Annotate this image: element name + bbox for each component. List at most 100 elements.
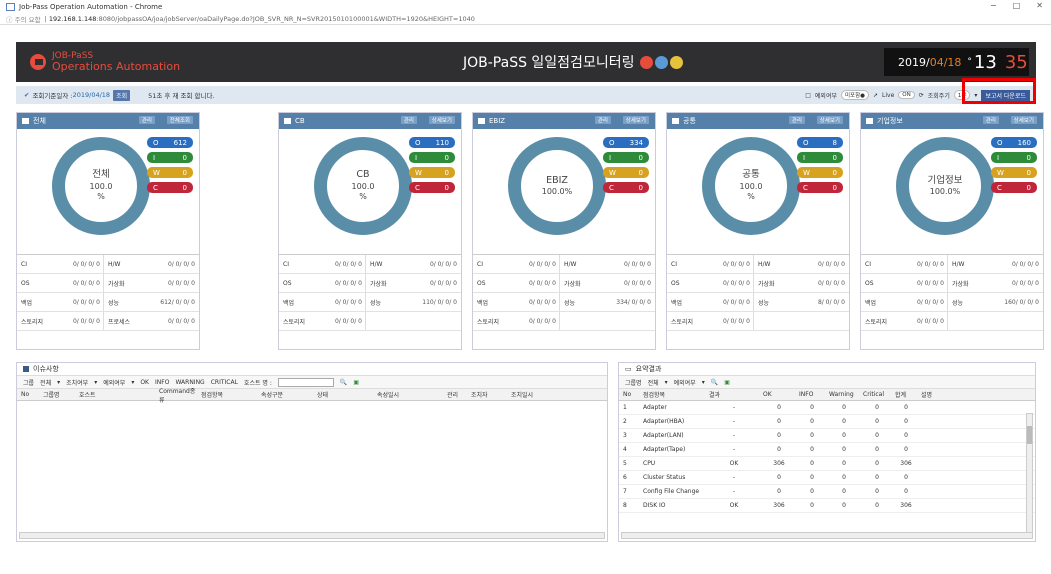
category-value[interactable]: 0/ 0/ 0/ 0 bbox=[888, 255, 948, 273]
warning-badge[interactable]: W0 bbox=[797, 167, 843, 178]
ok-badge[interactable]: O 612 bbox=[147, 137, 193, 148]
column-header[interactable]: 관리 bbox=[443, 390, 467, 399]
minimize-button[interactable]: − bbox=[990, 1, 997, 10]
ok-badge[interactable]: O 110 bbox=[409, 137, 455, 148]
manage-button[interactable]: 관리 bbox=[138, 116, 155, 124]
ok-filter[interactable]: OK bbox=[140, 379, 149, 386]
column-header[interactable]: INFO bbox=[795, 391, 825, 398]
column-header[interactable]: Warning bbox=[825, 391, 859, 398]
table-row[interactable]: 4 Adapter(Tape) - 0 0 0 0 0 bbox=[619, 443, 1035, 457]
warning-badge[interactable]: W0 bbox=[147, 167, 193, 178]
warning-badge[interactable]: W0 bbox=[991, 167, 1037, 178]
excel-icon[interactable]: ▣ bbox=[724, 379, 730, 386]
search-icon[interactable]: 🔍 bbox=[711, 379, 718, 386]
scroll-thumb[interactable] bbox=[1027, 426, 1032, 444]
category-value[interactable]: 0/ 0/ 0/ 0 bbox=[592, 261, 655, 268]
category-value[interactable]: 0/ 0/ 0/ 0 bbox=[44, 274, 104, 292]
category-value[interactable]: 0/ 0/ 0/ 0 bbox=[980, 261, 1043, 268]
detail-button[interactable]: 상세보기 bbox=[816, 116, 843, 124]
manage-button[interactable]: 관리 bbox=[594, 116, 611, 124]
manage-button[interactable]: 관리 bbox=[982, 116, 999, 124]
column-header[interactable]: 결과 bbox=[705, 390, 759, 399]
category-value[interactable]: 0/ 0/ 0/ 0 bbox=[306, 293, 366, 311]
address-bar[interactable]: ⓘ 주의 요함 | 192.168.1.148:8080/jobpassOA/j… bbox=[0, 13, 1051, 25]
maximize-button[interactable]: □ bbox=[1013, 1, 1021, 10]
checkbox-icon[interactable]: □ bbox=[805, 92, 811, 99]
column-header[interactable]: 조치일시 bbox=[507, 390, 557, 399]
group-select[interactable]: 전체 bbox=[648, 378, 659, 387]
host-input[interactable] bbox=[277, 377, 334, 387]
category-value[interactable]: 0/ 0/ 0/ 0 bbox=[888, 312, 948, 330]
info-badge[interactable]: I0 bbox=[603, 152, 649, 163]
info-badge[interactable]: I0 bbox=[797, 152, 843, 163]
exclude-select[interactable]: 예외여부 bbox=[674, 378, 696, 387]
manage-button[interactable]: 관리 bbox=[400, 116, 417, 124]
warning-badge[interactable]: W0 bbox=[603, 167, 649, 178]
category-value[interactable]: 0/ 0/ 0/ 0 bbox=[694, 255, 754, 273]
warning-badge[interactable]: W0 bbox=[409, 167, 455, 178]
ok-badge[interactable]: O8 bbox=[797, 137, 843, 148]
issues-hscroll[interactable] bbox=[19, 532, 605, 539]
summary-hscroll[interactable] bbox=[621, 532, 1033, 539]
column-header[interactable]: 합계 bbox=[891, 390, 917, 399]
critical-badge[interactable]: C0 bbox=[147, 182, 193, 193]
category-value[interactable]: 0/ 0/ 0/ 0 bbox=[500, 312, 560, 330]
category-value[interactable]: 0/ 0/ 0/ 0 bbox=[888, 293, 948, 311]
exclude-select[interactable]: 예외여부 bbox=[103, 378, 125, 387]
info-badge[interactable]: I0 bbox=[147, 152, 193, 163]
category-value[interactable]: 0/ 0/ 0/ 0 bbox=[136, 280, 199, 287]
category-value[interactable]: 334/ 0/ 0/ 0 bbox=[592, 299, 655, 306]
category-value[interactable]: 0/ 0/ 0/ 0 bbox=[500, 255, 560, 273]
category-value[interactable]: 0/ 0/ 0/ 0 bbox=[694, 312, 754, 330]
column-header[interactable]: 속성일시 bbox=[373, 390, 443, 399]
critical-badge[interactable]: C0 bbox=[991, 182, 1037, 193]
column-header[interactable]: Command종류 bbox=[155, 386, 197, 404]
category-value[interactable]: 0/ 0/ 0/ 0 bbox=[786, 261, 849, 268]
dropdown-icon[interactable]: ▾ bbox=[131, 379, 134, 386]
query-button[interactable]: 조회 bbox=[113, 89, 131, 101]
action-select[interactable]: 조치여부 bbox=[66, 378, 88, 387]
category-value[interactable]: 0/ 0/ 0/ 0 bbox=[398, 261, 461, 268]
category-value[interactable]: 110/ 0/ 0/ 0 bbox=[398, 299, 461, 306]
info-filter[interactable]: INFO bbox=[155, 379, 169, 386]
detail-button[interactable]: 상세보기 bbox=[622, 116, 649, 124]
category-value[interactable]: 0/ 0/ 0/ 0 bbox=[694, 293, 754, 311]
table-row[interactable]: 1 Adapter - 0 0 0 0 0 bbox=[619, 401, 1035, 415]
excel-icon[interactable]: ▣ bbox=[353, 379, 359, 386]
category-value[interactable]: 0/ 0/ 0/ 0 bbox=[306, 274, 366, 292]
report-download-button[interactable]: 보고서 다운로드 bbox=[981, 89, 1030, 101]
category-value[interactable]: 0/ 0/ 0/ 0 bbox=[694, 274, 754, 292]
table-row[interactable]: 8 DISK IO OK 306 0 0 0 306 bbox=[619, 499, 1035, 513]
category-value[interactable]: 160/ 0/ 0/ 0 bbox=[980, 299, 1043, 306]
category-value[interactable]: 8/ 0/ 0/ 0 bbox=[786, 299, 849, 306]
critical-badge[interactable]: C0 bbox=[603, 182, 649, 193]
url-text[interactable]: | 192.168.1.148:8080/jobpassOA/joa/jobSe… bbox=[45, 15, 475, 23]
column-header[interactable]: Critical bbox=[859, 391, 891, 398]
category-value[interactable]: 0/ 0/ 0/ 0 bbox=[500, 293, 560, 311]
dropdown-icon[interactable]: ▾ bbox=[665, 379, 668, 386]
dropdown-icon[interactable]: ▾ bbox=[702, 379, 705, 386]
info-badge[interactable]: I0 bbox=[409, 152, 455, 163]
category-value[interactable]: 0/ 0/ 0/ 0 bbox=[136, 261, 199, 268]
column-header[interactable]: No bbox=[619, 391, 639, 398]
category-value[interactable]: 0/ 0/ 0/ 0 bbox=[592, 280, 655, 287]
category-value[interactable]: 0/ 0/ 0/ 0 bbox=[398, 280, 461, 287]
critical-badge[interactable]: C0 bbox=[797, 182, 843, 193]
column-header[interactable]: 호스트 bbox=[75, 390, 155, 399]
column-header[interactable]: 조치자 bbox=[467, 390, 507, 399]
dropdown-arrow-icon[interactable]: ▾ bbox=[974, 92, 977, 99]
category-value[interactable]: 0/ 0/ 0/ 0 bbox=[136, 318, 199, 325]
category-value[interactable]: 0/ 0/ 0/ 0 bbox=[44, 255, 104, 273]
detail-button[interactable]: 전체조회 bbox=[166, 116, 193, 124]
category-value[interactable]: 0/ 0/ 0/ 0 bbox=[306, 312, 366, 330]
live-toggle[interactable]: ON bbox=[898, 91, 915, 99]
column-header[interactable]: OK bbox=[759, 391, 795, 398]
category-value[interactable]: 612/ 0/ 0/ 0 bbox=[136, 299, 199, 306]
search-icon[interactable]: 🔍 bbox=[340, 379, 347, 386]
interval-select[interactable]: 1분 bbox=[953, 90, 971, 100]
category-value[interactable]: 0/ 0/ 0/ 0 bbox=[306, 255, 366, 273]
security-indicator[interactable]: ⓘ 주의 요함 bbox=[6, 14, 41, 24]
column-header[interactable]: 상태 bbox=[313, 390, 373, 399]
category-value[interactable]: 0/ 0/ 0/ 0 bbox=[44, 293, 104, 311]
exclude-toggle[interactable]: 미포함● bbox=[841, 90, 869, 100]
